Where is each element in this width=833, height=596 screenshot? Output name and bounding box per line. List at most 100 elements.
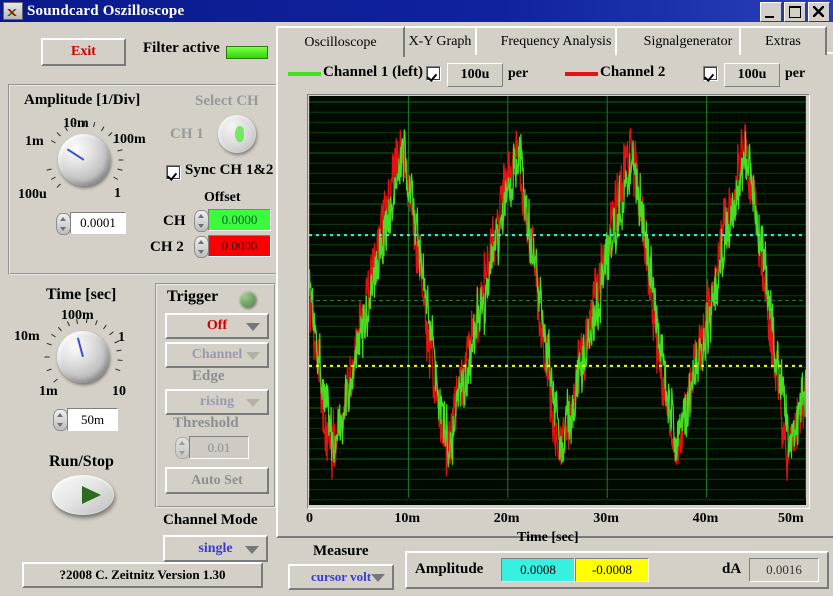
knob-tick xyxy=(118,159,124,161)
cursor-1-value[interactable]: 0.0008 xyxy=(501,558,575,582)
tab-oscilloscope[interactable]: Oscilloscope xyxy=(276,26,405,57)
amplitude-spinner[interactable] xyxy=(56,213,71,235)
offset-ch2-label: CH 2 xyxy=(150,239,184,255)
time-knob[interactable] xyxy=(57,331,109,383)
channel-1-per-label: per xyxy=(508,66,529,81)
x-tick-label: 10m xyxy=(394,511,421,526)
trigger-edge-label: Edge xyxy=(192,368,225,384)
trigger-channel-dropdown[interactable]: Channel xyxy=(165,342,269,368)
knob-tick xyxy=(84,121,85,126)
knob-tick xyxy=(56,132,61,137)
x-tick-label: 30m xyxy=(593,511,619,526)
knob-tick xyxy=(113,176,119,180)
title-bar: Soundcard Oszilloscope xyxy=(0,0,833,22)
channel-2-scale-field[interactable]: 100u xyxy=(724,63,780,87)
run-stop-button[interactable] xyxy=(52,475,114,515)
time-spinner[interactable] xyxy=(53,409,68,431)
exit-button[interactable]: Exit xyxy=(41,38,126,66)
close-icon[interactable] xyxy=(808,2,830,22)
knob-tick xyxy=(46,368,52,371)
tab-frequency-analysis[interactable]: Frequency Analysis xyxy=(475,26,637,55)
knob-tick xyxy=(50,140,56,144)
chevron-down-icon xyxy=(246,399,260,407)
knob-tick xyxy=(53,378,58,383)
trigger-edge-value: rising xyxy=(199,394,235,409)
channel-2-checkbox[interactable] xyxy=(703,66,718,81)
da-label: dA xyxy=(722,561,742,577)
trigger-title: Trigger xyxy=(167,288,219,305)
trigger-mode-dropdown[interactable]: Off xyxy=(165,313,269,339)
amp-knob-label-1m: 1m xyxy=(25,134,44,149)
offset-title: Offset xyxy=(204,190,241,205)
offset-ch1-label: CH xyxy=(163,213,186,229)
knob-tick xyxy=(117,149,123,152)
channel-2-per-label: per xyxy=(785,66,806,81)
amplitude-value-field[interactable]: 0.0001 xyxy=(70,212,126,234)
x-axis-label: Time [sec] xyxy=(517,530,579,545)
trigger-edge-dropdown[interactable]: rising xyxy=(165,389,269,415)
channel-1-scale-field[interactable]: 100u xyxy=(447,63,503,87)
time-knob-label-1: 1 xyxy=(118,330,125,345)
maximize-icon[interactable] xyxy=(784,2,806,22)
knob-tick xyxy=(58,326,63,332)
tab-label: X-Y Graph xyxy=(408,33,472,49)
select-ch-knob[interactable] xyxy=(218,115,256,153)
cursor-2-value[interactable]: -0.0008 xyxy=(575,558,649,582)
filter-active-led xyxy=(226,46,268,59)
x-tick-label: 0 xyxy=(306,511,313,526)
channel-1-label: Channel 1 (left) xyxy=(323,64,423,80)
measure-mode-dropdown[interactable]: cursor volt xyxy=(288,564,394,590)
trigger-led xyxy=(239,291,256,308)
trigger-mode-value: Off xyxy=(206,318,228,333)
time-value-field[interactable]: 50m xyxy=(67,408,118,431)
amplitude-knob[interactable] xyxy=(58,134,110,186)
window-title: Soundcard Oszilloscope xyxy=(27,2,185,19)
da-value[interactable]: 0.0016 xyxy=(749,558,819,582)
time-knob-label-1m: 1m xyxy=(39,384,58,399)
offset-ch2-field[interactable]: 0.0000 xyxy=(208,235,271,257)
tab-label: Signalgenerator xyxy=(643,33,733,49)
sync-ch-checkbox[interactable] xyxy=(166,165,181,180)
knob-tick xyxy=(102,324,107,330)
tab-label: Frequency Analysis xyxy=(500,33,612,49)
tab-label: Extras xyxy=(765,33,801,49)
knob-tick xyxy=(51,334,56,338)
trigger-threshold-field[interactable]: 0.01 xyxy=(189,436,249,459)
offset-ch1-spinner[interactable] xyxy=(194,210,209,232)
knob-tick xyxy=(44,356,50,358)
measure-box: Amplitude 0.0008 -0.0008 dA 0.0016 xyxy=(405,551,829,589)
application-window: Soundcard Oszilloscope Exit Filter activ… xyxy=(0,0,833,596)
channel-mode-dropdown[interactable]: single xyxy=(163,535,268,562)
window-controls xyxy=(760,2,830,22)
time-title: Time [sec] xyxy=(46,286,117,303)
knob-tick xyxy=(46,168,52,171)
measure-title: Measure xyxy=(313,543,369,559)
select-ch-label: Select CH xyxy=(195,93,259,109)
auto-set-button[interactable]: Auto Set xyxy=(165,467,269,494)
offset-ch1-field[interactable]: 0.0000 xyxy=(208,209,271,231)
amp-knob-label-1: 1 xyxy=(114,186,121,201)
trigger-threshold-spinner[interactable] xyxy=(175,437,190,459)
channel-1-checkbox[interactable] xyxy=(426,66,441,81)
measure-mode-value: cursor volt xyxy=(310,569,372,584)
channel-mode-value: single xyxy=(198,540,233,556)
sync-ch-label: Sync CH 1&2 xyxy=(185,162,274,178)
x-tick-label: 50m xyxy=(778,511,804,526)
knob-tick xyxy=(56,183,61,188)
x-tick-label: 20m xyxy=(493,511,520,526)
ch1-label: CH 1 xyxy=(170,126,204,142)
offset-ch2-spinner[interactable] xyxy=(194,236,209,258)
measure-amplitude-label: Amplitude xyxy=(415,561,484,577)
oscilloscope-plot[interactable] xyxy=(309,96,806,505)
amp-knob-label-100u: 100u xyxy=(18,187,47,202)
knob-tick xyxy=(101,125,105,131)
minimize-icon[interactable] xyxy=(760,2,782,22)
knob-tick xyxy=(94,320,98,326)
knob-tick xyxy=(109,331,114,336)
tab-extras[interactable]: Extras xyxy=(739,26,827,55)
knob-tick xyxy=(117,359,123,361)
time-knob-label-10: 10 xyxy=(112,384,126,399)
knob-tick xyxy=(92,122,96,128)
x-tick-label: 40m xyxy=(692,511,719,526)
version-label: ?2008 C. Zeitnitz Version 1.30 xyxy=(22,562,263,588)
